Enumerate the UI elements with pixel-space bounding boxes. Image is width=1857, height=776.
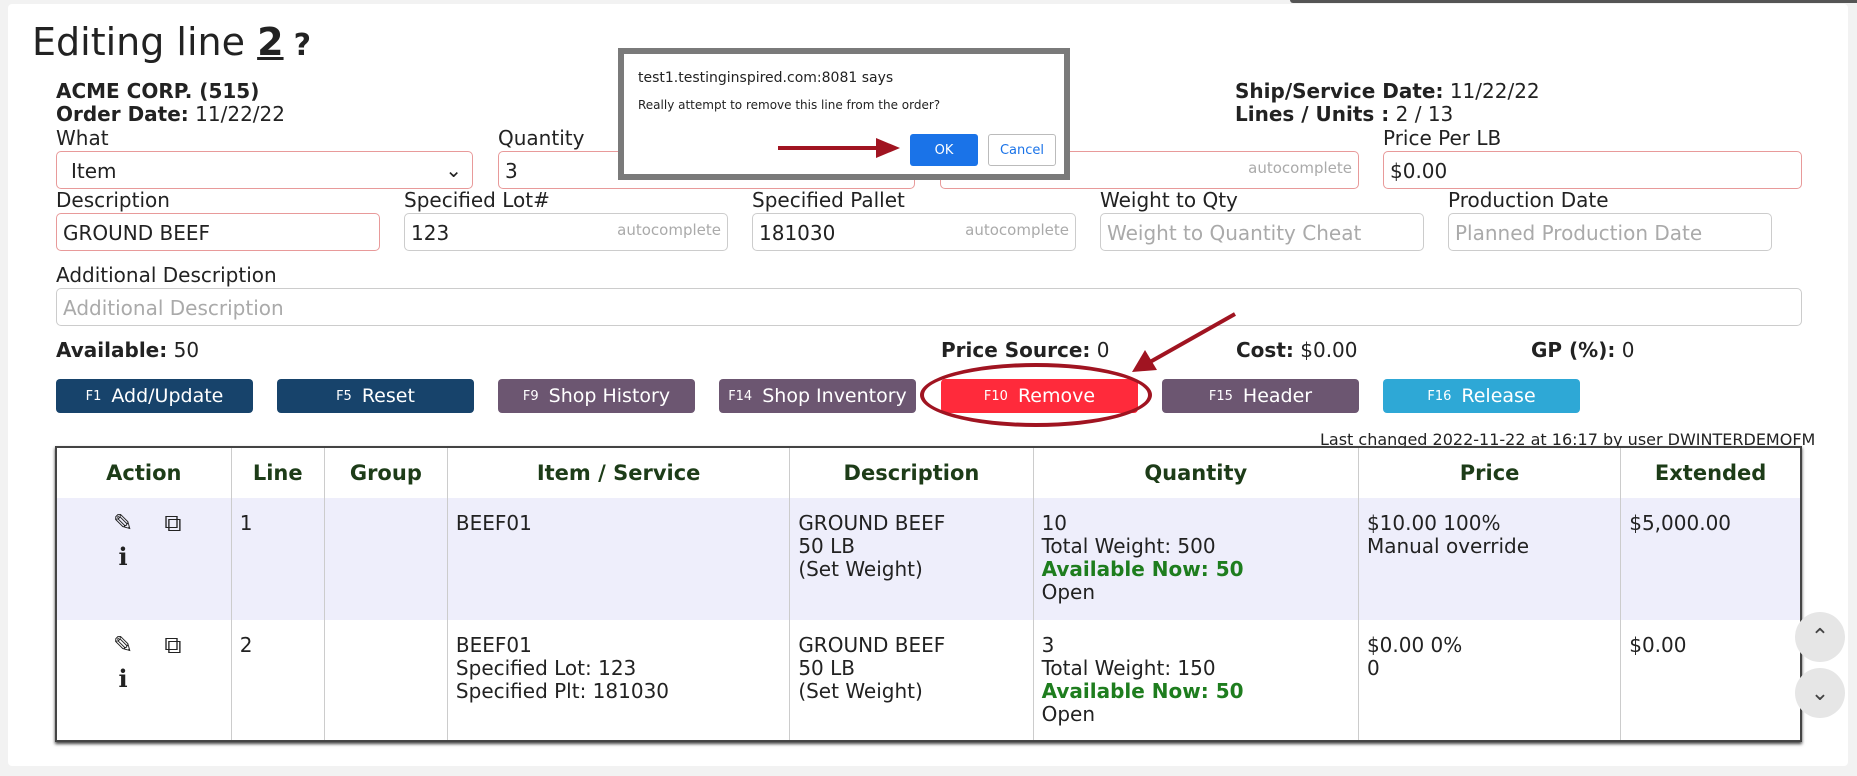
annotation-arrows: [778, 138, 1236, 372]
arrow-to-remove: [1132, 312, 1236, 372]
arrow-to-ok: [778, 138, 900, 158]
